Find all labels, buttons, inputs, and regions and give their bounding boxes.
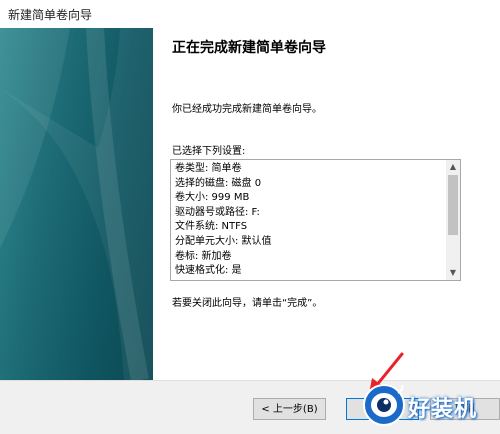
back-button[interactable]: < 上一步(B) — [253, 398, 326, 420]
watermark-text: 好装机 — [408, 397, 478, 422]
vertical-scrollbar[interactable]: ▲ ▼ — [446, 160, 460, 280]
list-item: 选择的磁盘: 磁盘 0 — [175, 177, 262, 189]
completion-message: 你已经成功完成新建简单卷向导。 — [172, 104, 322, 115]
list-item: 卷类型: 简单卷 — [175, 163, 242, 174]
scroll-up-icon[interactable]: ▲ — [446, 160, 460, 174]
watermark: 好装机 — [362, 383, 500, 427]
scrollbar-thumb[interactable] — [448, 175, 458, 235]
list-item: 驱动器号或路径: F: — [175, 206, 260, 218]
banner-graphic — [0, 28, 153, 380]
window-title: 新建简单卷向导 — [8, 8, 93, 22]
title-bar: 新建简单卷向导 — [0, 0, 500, 28]
wizard-content: 正在完成新建简单卷向导 你已经成功完成新建简单卷向导。 已选择下列设置: 卷类型… — [153, 28, 500, 380]
settings-label: 已选择下列设置: — [172, 146, 246, 157]
page-title: 正在完成新建简单卷向导 — [172, 40, 326, 56]
eye-logo-icon — [363, 384, 405, 426]
list-item: 卷标: 新加卷 — [175, 250, 232, 262]
list-item: 卷大小: 999 MB — [175, 192, 250, 204]
settings-listbox[interactable]: 卷类型: 简单卷 选择的磁盘: 磁盘 0 卷大小: 999 MB 驱动器号或路径… — [170, 159, 461, 281]
wizard-banner — [0, 28, 153, 380]
settings-list: 卷类型: 简单卷 选择的磁盘: 磁盘 0 卷大小: 999 MB 驱动器号或路径… — [175, 162, 272, 279]
list-item: 分配单元大小: 默认值 — [175, 235, 272, 247]
finish-instruction: 若要关闭此向导，请单击“完成”。 — [172, 298, 323, 309]
list-item: 快速格式化: 是 — [175, 265, 242, 277]
list-item: 文件系统: NTFS — [175, 221, 248, 233]
scroll-down-icon[interactable]: ▼ — [446, 266, 460, 280]
